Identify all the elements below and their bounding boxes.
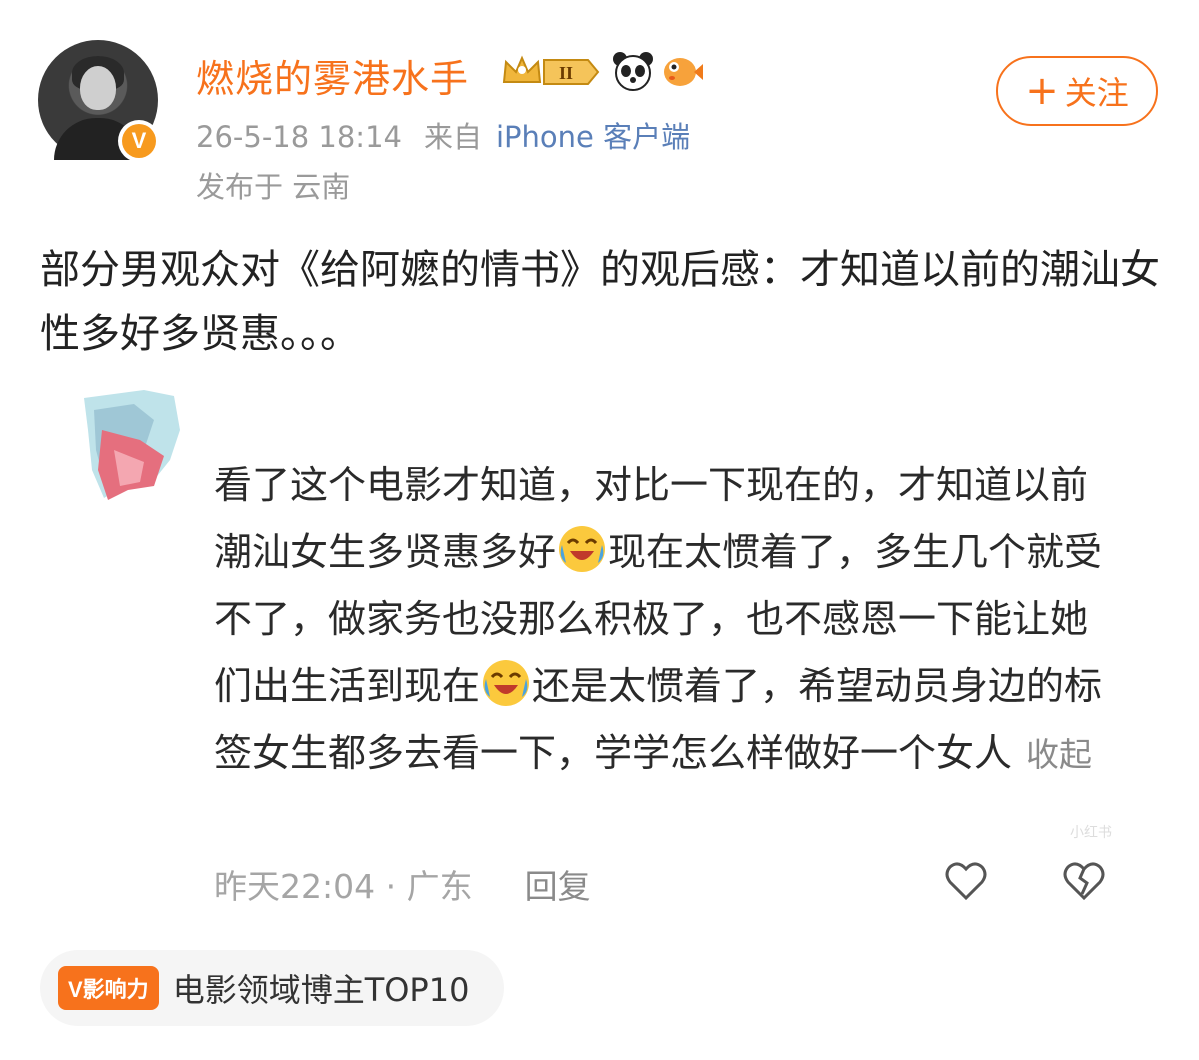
post-text: 部分男观众对《给阿嬷的情书》的观后感：才知道以前的潮汕女性多好多贤惠。。。 [40,247,1160,357]
post-location: 发布于 云南 [196,170,351,204]
influence-label: 电影领域博主TOP10 [172,971,470,1009]
follow-label: 关注 [1064,74,1129,112]
follow-button[interactable]: + 关注 [996,56,1158,126]
comment-text: 看了这个电影才知道，对比一下现在的，才知道以前潮汕女生多贤惠多好 现在太惯着了，多… [214,452,1114,788]
collapse-link[interactable]: 收起 [1026,735,1092,774]
watermark-text: 小红书 [1070,825,1112,841]
influence-tag[interactable]: V影响力 电影领域博主TOP10 [40,950,504,1026]
embedded-comment-image[interactable]: 看了这个电影才知道，对比一下现在的，才知道以前潮汕女生多贤惠多好 现在太惯着了，多… [80,390,1120,930]
reply-button[interactable]: 回复 [525,867,591,906]
post-timestamp: 26-5-18 18:14 [196,120,402,154]
source-link[interactable]: iPhone 客户端 [496,120,690,154]
crown-level-badge-icon[interactable]: II [500,52,602,92]
comment-meta: 昨天22:04 · 广东 回复 [214,860,591,908]
post-meta: 26-5-18 18:14 来自 iPhone 客户端 [196,114,690,156]
level-badge-text: II [559,63,573,83]
laugh-cry-emoji-icon [483,660,530,706]
verified-badge-icon: V [118,120,160,162]
heart-icon[interactable] [942,856,990,904]
laugh-cry-emoji-icon [559,526,606,572]
broken-heart-icon[interactable] [1060,856,1108,904]
influence-badge: V影响力 [58,966,159,1010]
username[interactable]: 燃烧的雾港水手 [196,48,469,103]
panda-badge-icon[interactable] [612,50,654,92]
weibo-post: V 燃烧的雾港水手 II 26-5-18 18:14 来自 iPhone 客户端 发… [0,0,1199,1060]
plus-icon: + [1025,68,1059,114]
pufferfish-badge-icon[interactable] [660,50,704,92]
comment-time-location: 昨天22:04 · 广东 [214,867,473,906]
source-prefix: 来自 [423,120,482,154]
commenter-avatar [84,390,180,500]
avatar-face [80,66,116,110]
